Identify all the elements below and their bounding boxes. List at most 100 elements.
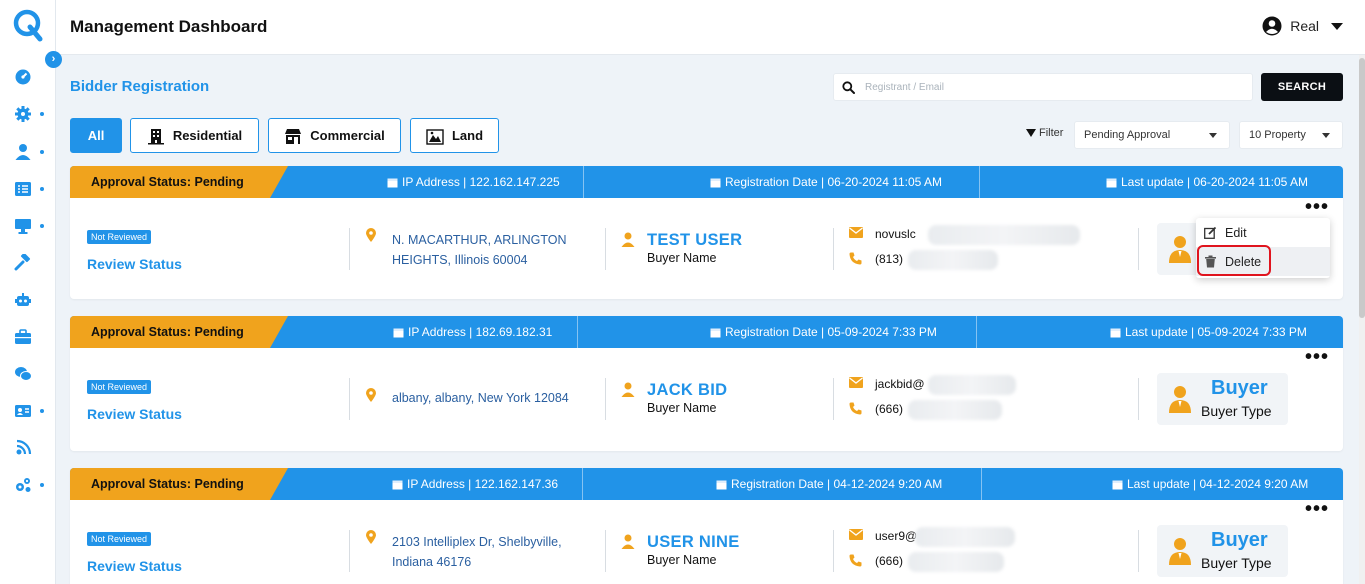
- more-options-button[interactable]: •••: [1305, 347, 1329, 367]
- sidebar-item-automation[interactable]: [14, 290, 46, 310]
- users-icon: [15, 144, 31, 160]
- user-menu[interactable]: Real: [1262, 16, 1343, 36]
- sidebar-item-briefcase[interactable]: [14, 327, 46, 347]
- settings-icon: [15, 106, 31, 122]
- sidebar-item-list[interactable]: [14, 179, 46, 199]
- property-address: N. MACARTHUR, ARLINGTON HEIGHTS, Illinoi…: [392, 233, 567, 267]
- chat-icon: [15, 367, 32, 381]
- category-tab-label: Residential: [172, 128, 243, 143]
- buyer-email: user9@: [875, 529, 918, 543]
- more-options-button[interactable]: •••: [1305, 499, 1329, 519]
- section-title: Bidder Registration: [70, 78, 210, 95]
- last-update-text: Last update | 06-20-2024 11:05 AM: [1121, 175, 1309, 189]
- status-badge: Not Reviewed: [87, 380, 152, 394]
- top-header: Management Dashboard Real: [56, 0, 1365, 55]
- buyer-icon: [1169, 538, 1191, 565]
- calendar-icon: [710, 178, 721, 187]
- search-box[interactable]: [833, 73, 1253, 101]
- sidebar-item-contacts[interactable]: [14, 401, 46, 421]
- list-icon: [15, 182, 31, 196]
- chevron-down-icon: [1331, 22, 1343, 30]
- edit-icon: [1204, 226, 1217, 239]
- column-divider: [833, 378, 834, 420]
- calendar-icon: [716, 480, 727, 489]
- sidebar-item-settings[interactable]: [14, 104, 46, 124]
- calendar-icon: [710, 328, 721, 337]
- buyer-phone: (666): [875, 402, 904, 416]
- buyer-name-label: Buyer Name: [647, 401, 717, 415]
- user-avatar-icon: [1262, 16, 1282, 36]
- column-divider: [605, 378, 606, 420]
- location-pin-icon: [366, 530, 376, 544]
- scrollbar-thumb[interactable]: [1359, 58, 1365, 318]
- approval-status: Approval Status: Pending: [70, 166, 288, 198]
- calendar-icon: [1106, 178, 1117, 187]
- sidebar-item-dashboard[interactable]: [14, 67, 46, 87]
- sidebar-item-broadcast[interactable]: [14, 438, 46, 458]
- more-options-button[interactable]: •••: [1305, 197, 1329, 217]
- redacted-email: [915, 527, 1015, 547]
- buyer-name-label: Buyer Name: [647, 553, 717, 567]
- category-tab-label: All: [87, 128, 105, 143]
- column-divider: [605, 228, 606, 270]
- calendar-icon: [1112, 480, 1123, 489]
- sidebar-item-auction[interactable]: [14, 253, 46, 273]
- registration-card: Approval Status: Pending IP Address | 12…: [70, 166, 1343, 299]
- briefcase-icon: [15, 329, 31, 344]
- status-badge: Not Reviewed: [87, 230, 152, 244]
- category-tab-land[interactable]: Land: [410, 118, 499, 153]
- user-icon: [621, 534, 635, 549]
- chevron-down-icon: [1322, 133, 1330, 138]
- sidebar-item-messages[interactable]: [14, 364, 46, 384]
- registration-card: Approval Status: Pending IP Address | 12…: [70, 468, 1343, 584]
- sidebar-toggle-button[interactable]: ›: [45, 51, 62, 68]
- building-icon: [147, 128, 164, 144]
- status-filter-value: Pending Approval: [1084, 129, 1171, 141]
- card-header-bar: Approval Status: Pending IP Address | 12…: [70, 166, 1343, 198]
- registration-date-text: Registration Date | 05-09-2024 7:33 PM: [725, 325, 937, 339]
- sidebar-item-users[interactable]: [14, 142, 46, 162]
- buyer-phone: (666): [875, 554, 904, 568]
- expand-dot: [40, 224, 44, 228]
- column-divider: [833, 530, 834, 572]
- page-size-select[interactable]: 10 Property: [1239, 121, 1343, 149]
- calendar-icon: [393, 328, 404, 337]
- email-icon: [849, 529, 863, 540]
- category-tab-commercial[interactable]: Commercial: [268, 118, 401, 153]
- category-tab-residential[interactable]: Residential: [130, 118, 259, 153]
- sidebar-item-configuration[interactable]: [14, 475, 46, 495]
- registration-date: Registration Date | 04-12-2024 9:20 AM: [716, 468, 942, 500]
- sidebar-item-monitor[interactable]: [14, 216, 46, 236]
- registration-card: Approval Status: Pending IP Address | 18…: [70, 316, 1343, 451]
- user-name: Real: [1290, 18, 1319, 34]
- buyer-phone: (813): [875, 252, 904, 266]
- search-button[interactable]: SEARCH: [1261, 73, 1343, 101]
- last-update: Last update | 06-20-2024 11:05 AM: [1106, 166, 1308, 198]
- status-filter-select[interactable]: Pending Approval: [1074, 121, 1230, 149]
- review-status-link[interactable]: Review Status: [87, 558, 182, 574]
- property-address: 2103 Intelliplex Dr, Shelbyville, Indian…: [392, 535, 562, 569]
- column-divider: [349, 530, 350, 572]
- app-logo[interactable]: [12, 8, 44, 42]
- buyer-name: TEST USER: [647, 231, 743, 249]
- ip-address-text: IP Address | 122.162.147.225: [402, 175, 560, 189]
- id-card-icon: [15, 405, 31, 417]
- chevron-down-icon: [1209, 133, 1217, 138]
- ip-address-text: IP Address | 122.162.147.36: [407, 477, 559, 491]
- phone-icon: [849, 252, 862, 265]
- review-status-link[interactable]: Review Status: [87, 406, 182, 422]
- header-divider: [583, 166, 584, 198]
- search-input[interactable]: [865, 81, 1245, 93]
- ip-address-text: IP Address | 182.69.182.31: [408, 325, 553, 339]
- property-address: albany, albany, New York 12084: [392, 391, 569, 405]
- review-status-link[interactable]: Review Status: [87, 256, 182, 272]
- expand-dot: [40, 409, 44, 413]
- store-icon: [285, 128, 302, 144]
- menu-item-edit[interactable]: Edit: [1196, 218, 1330, 247]
- buyer-type-box: Buyer Buyer Type: [1157, 525, 1288, 577]
- redacted-phone: [908, 250, 998, 270]
- land-icon: [426, 128, 444, 145]
- buyer-type-label: Buyer Type: [1201, 403, 1272, 419]
- category-tab-all[interactable]: All: [70, 118, 122, 153]
- registration-date: Registration Date | 05-09-2024 7:33 PM: [710, 316, 937, 348]
